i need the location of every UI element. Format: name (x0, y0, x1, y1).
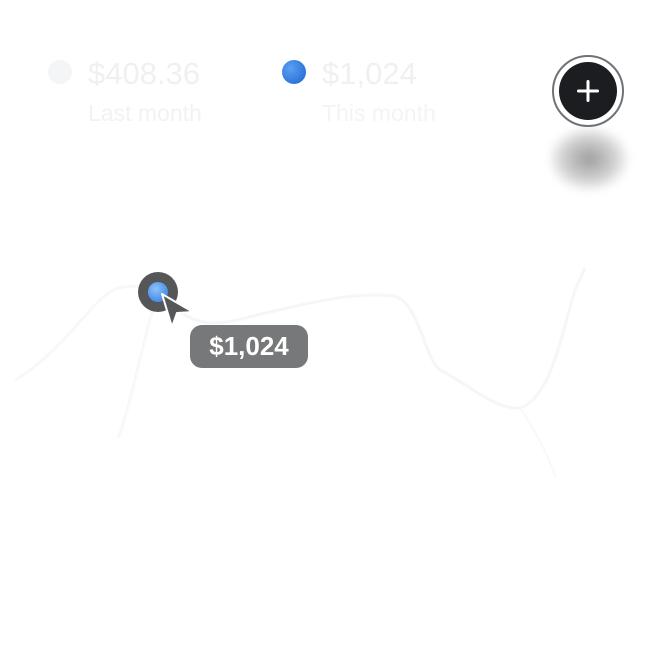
last-month-line (14, 284, 160, 439)
value-tooltip: $1,024 (190, 325, 308, 368)
arrow-cursor-icon (161, 293, 194, 328)
spending-chart (14, 267, 587, 479)
chart-tail-line (519, 407, 557, 479)
